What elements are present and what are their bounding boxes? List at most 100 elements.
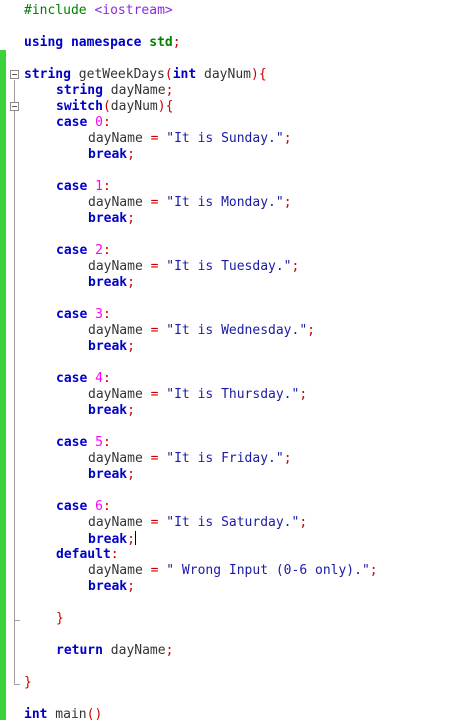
semicolon: ;: [127, 532, 135, 547]
change-bar: [0, 50, 6, 720]
type-string: string: [24, 67, 71, 82]
brace-open: {: [258, 67, 267, 82]
code-line-declaration: string dayName;: [56, 83, 173, 99]
assign-operator: =: [142, 563, 167, 578]
string-literal: "It is Monday.": [166, 195, 284, 210]
include-header: <iostream>: [94, 3, 173, 18]
break-line: break;: [88, 531, 136, 547]
namespace-std: std: [149, 35, 173, 50]
string-literal: "It is Friday.": [166, 451, 284, 466]
semicolon: ;: [127, 147, 135, 162]
code-editor[interactable]: #include <iostream> using namespace std;…: [0, 0, 455, 728]
keyword-break: break: [88, 532, 128, 547]
string-literal: "It is Saturday.": [166, 515, 300, 530]
semicolon: ;: [283, 451, 292, 466]
assign-operator: =: [142, 451, 167, 466]
colon: :: [102, 307, 111, 322]
semicolon: ;: [127, 403, 135, 418]
case-label: case 6:: [56, 499, 111, 515]
code-line-function-close: }: [24, 675, 32, 691]
code-line-include: #include <iostream>: [24, 3, 173, 19]
fold-toggle-function[interactable]: [10, 70, 19, 79]
paren-close: ): [157, 99, 166, 114]
switch-argument: dayNum: [110, 99, 158, 114]
keyword-return: return: [56, 643, 103, 658]
assignment-line: dayName = "It is Thursday.";: [88, 387, 307, 403]
semicolon: ;: [165, 643, 174, 658]
keyword-break: break: [88, 467, 128, 482]
keyword-namespace: namespace: [70, 35, 142, 50]
semicolon: ;: [283, 131, 292, 146]
assignment-line: dayName = "It is Sunday.";: [88, 131, 292, 147]
code-line-main: int main(): [24, 707, 102, 723]
semicolon: ;: [127, 339, 135, 354]
case-label: case 0:: [56, 115, 111, 131]
string-literal: "It is Wednesday.": [166, 323, 308, 338]
semicolon: ;: [307, 323, 315, 338]
colon: :: [110, 547, 119, 562]
return-value: dayName: [102, 643, 166, 658]
colon: :: [102, 243, 111, 258]
semicolon: ;: [127, 275, 135, 290]
string-literal: "It is Thursday.": [166, 387, 300, 402]
paren-open: (: [164, 67, 173, 82]
assignment-line: dayName = "It is Saturday.";: [88, 515, 307, 531]
assign-target: dayName: [88, 323, 143, 338]
case-number: 5: [87, 435, 103, 450]
string-literal: " Wrong Input (0-6 only).": [166, 563, 370, 578]
break-line: break;: [88, 467, 135, 483]
preprocessor-directive: #include: [24, 3, 95, 18]
break-line: break;: [88, 275, 135, 291]
function-name: getWeekDays: [70, 67, 165, 82]
colon: :: [102, 179, 111, 194]
assign-target: dayName: [88, 195, 143, 210]
semicolon: ;: [127, 467, 135, 482]
assignment-line: dayName = "It is Wednesday.";: [88, 323, 315, 339]
break-line: break;: [88, 579, 135, 595]
assign-target: dayName: [88, 387, 143, 402]
keyword-case: case: [56, 307, 88, 322]
break-line: break;: [88, 403, 135, 419]
keyword-break: break: [88, 339, 128, 354]
keyword-using: using: [24, 35, 64, 50]
parens: (): [86, 707, 103, 722]
semicolon: ;: [172, 35, 181, 50]
case-label: case 4:: [56, 371, 111, 387]
assignment-line: dayName = " Wrong Input (0-6 only).";: [88, 563, 378, 579]
keyword-break: break: [88, 403, 128, 418]
string-literal: "It is Sunday.": [166, 131, 284, 146]
keyword-case: case: [56, 435, 88, 450]
variable-name: dayName: [102, 83, 166, 98]
case-label: case 2:: [56, 243, 111, 259]
case-number: 4: [87, 371, 103, 386]
assign-target: dayName: [88, 259, 143, 274]
brace-close: }: [24, 675, 32, 690]
function-name-main: main: [47, 707, 87, 722]
assign-target: dayName: [88, 515, 143, 530]
type-string: string: [56, 83, 103, 98]
break-line: break;: [88, 147, 135, 163]
assign-operator: =: [142, 387, 167, 402]
case-number: 0: [87, 115, 103, 130]
fold-toggle-switch[interactable]: [10, 102, 19, 111]
text-cursor: [134, 531, 136, 545]
keyword-case: case: [56, 179, 88, 194]
case-label: case 1:: [56, 179, 111, 195]
assignment-line: dayName = "It is Friday.";: [88, 451, 292, 467]
colon: :: [102, 115, 111, 130]
keyword-case: case: [56, 115, 88, 130]
keyword-default: default: [56, 547, 111, 562]
paren-close: ): [251, 67, 259, 82]
brace-open: {: [165, 99, 174, 114]
type-int: int: [172, 67, 197, 82]
semicolon: ;: [291, 259, 300, 274]
keyword-case: case: [56, 371, 88, 386]
assign-operator: =: [142, 515, 167, 530]
code-line-function-signature: string getWeekDays(int dayNum){: [24, 67, 267, 83]
semicolon: ;: [127, 211, 135, 226]
semicolon: ;: [369, 563, 378, 578]
code-line-switch: switch(dayNum){: [56, 99, 173, 115]
case-label: case 5:: [56, 435, 111, 451]
colon: :: [102, 371, 111, 386]
assign-operator: =: [142, 323, 167, 338]
